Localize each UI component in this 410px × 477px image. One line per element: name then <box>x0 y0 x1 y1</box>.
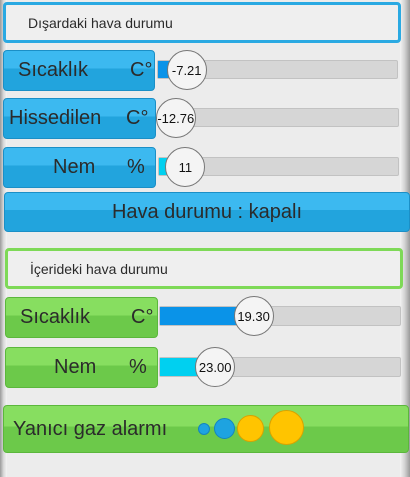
outdoor-humidity-label[interactable]: Nem % <box>3 147 156 188</box>
outdoor-feels-label[interactable]: Hissedilen C° <box>3 98 156 139</box>
indoor-humidity-label[interactable]: Nem % <box>5 347 158 388</box>
label-text: Sıcaklık <box>18 59 89 81</box>
gas-alarm-label: Yanıcı gaz alarmı <box>13 417 168 440</box>
outdoor-title: Dışardaki hava durumu <box>28 14 173 31</box>
label-text: Nem <box>54 356 97 378</box>
outdoor-humidity-slider[interactable]: 11 <box>158 147 399 187</box>
indoor-title: İçerideki hava durumu <box>30 260 168 277</box>
unit-text: % <box>129 356 147 378</box>
alarm-indicator-icon <box>198 423 210 435</box>
gas-alarm-bar[interactable]: Yanıcı gaz alarmı <box>3 405 409 453</box>
alarm-indicator-icon <box>214 418 235 439</box>
slider-value: -7.21 <box>171 62 202 78</box>
slider-value: 11 <box>178 159 193 175</box>
label-text: Nem <box>53 156 96 178</box>
outdoor-feels-slider[interactable]: -12.76 <box>155 98 399 138</box>
indoor-humidity-slider[interactable]: 23.00 <box>159 347 401 387</box>
unit-text: C° <box>126 107 149 129</box>
slider-knob[interactable]: 23.00 <box>195 347 236 387</box>
weather-status-button[interactable]: Hava durumu : kapalı <box>4 192 410 232</box>
slider-value: 23.00 <box>198 359 232 375</box>
unit-text: C° <box>130 59 153 81</box>
unit-text: C° <box>131 306 154 328</box>
indoor-temp-slider[interactable]: 19.30 <box>159 296 401 336</box>
alarm-indicator-icon <box>269 410 304 445</box>
indoor-temp-label[interactable]: Sıcaklık C° <box>5 297 158 338</box>
outdoor-temp-label[interactable]: Sıcaklık C° <box>3 50 155 91</box>
slider-knob[interactable]: -7.21 <box>166 50 207 90</box>
slider-value: 19.30 <box>237 308 270 324</box>
slider-knob[interactable]: -12.76 <box>155 98 196 138</box>
label-text: Hissedilen <box>9 107 102 129</box>
slider-value: -12.76 <box>157 110 195 126</box>
indoor-header: İçerideki hava durumu <box>5 248 403 289</box>
label-text: Sıcaklık <box>20 306 91 328</box>
status-text: Hava durumu : kapalı <box>111 200 303 223</box>
outdoor-header: Dışardaki hava durumu <box>3 2 401 43</box>
slider-knob[interactable]: 19.30 <box>233 296 274 336</box>
slider-knob[interactable]: 11 <box>165 147 206 187</box>
unit-text: % <box>127 156 145 178</box>
outdoor-temp-slider[interactable]: -7.21 <box>157 50 398 90</box>
slider-fill <box>160 307 242 325</box>
alarm-indicator-icon <box>237 415 264 442</box>
